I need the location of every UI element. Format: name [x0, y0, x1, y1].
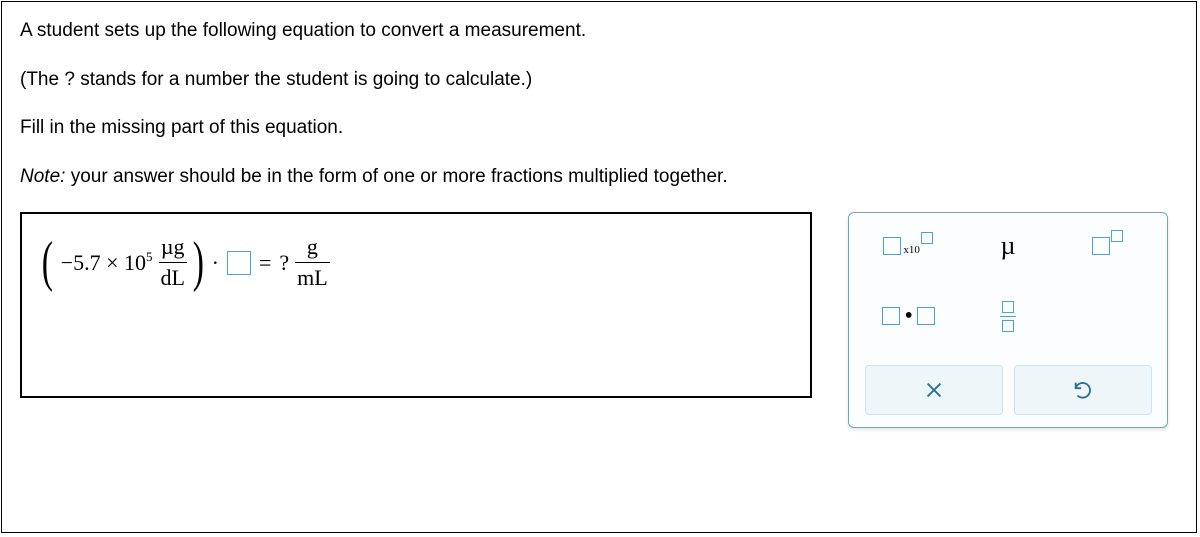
coefficient-term: −5.7 × 105 — [61, 250, 153, 276]
placeholder-numerator-icon — [1002, 301, 1014, 313]
work-area: ( −5.7 × 105 µg dL ) · = ? g — [20, 212, 1178, 428]
placeholder-denominator-icon — [1002, 320, 1014, 332]
question-container: A student sets up the following equation… — [1, 1, 1197, 533]
equals-sign: = — [259, 250, 271, 276]
result-unit-fraction: g mL — [295, 234, 330, 291]
symbol-toolbar: x10 µ • — [848, 212, 1168, 428]
undo-icon — [1072, 379, 1094, 401]
note-rest: your answer should be in the form of one… — [65, 166, 727, 187]
equation: ( −5.7 × 105 µg dL ) · = ? g — [38, 234, 332, 291]
base-ten: 10 — [124, 250, 146, 276]
fraction-bar — [295, 262, 330, 263]
coefficient: −5.7 — [61, 250, 101, 276]
given-unit-denominator: dL — [159, 265, 187, 291]
equation-box: ( −5.7 × 105 µg dL ) · = ? g — [20, 212, 812, 398]
placeholder-box-icon — [883, 237, 901, 255]
dot-operator: · — [212, 250, 219, 276]
fraction-bar — [159, 262, 187, 263]
mu-glyph: µ — [1000, 231, 1015, 261]
reset-button[interactable] — [1014, 365, 1152, 415]
given-unit-numerator: µg — [159, 234, 187, 260]
tool-row-1: x10 µ — [859, 225, 1157, 267]
placeholder-exponent-icon — [1111, 230, 1123, 242]
tool-mu[interactable]: µ — [966, 225, 1050, 267]
open-paren: ( — [42, 246, 53, 280]
prompt-note: Note: your answer should be in the form … — [20, 164, 1178, 191]
times-sign: × — [106, 250, 118, 276]
prompt-block: A student sets up the following equation… — [20, 18, 1178, 190]
x-icon — [923, 379, 945, 401]
note-prefix: Note: — [20, 166, 65, 187]
placeholder-exponent-icon — [921, 232, 933, 244]
tool-scientific-notation[interactable]: x10 — [867, 225, 951, 267]
fraction-icon — [1000, 301, 1016, 332]
placeholder-box-icon — [917, 307, 935, 325]
placeholder-box-icon — [882, 307, 900, 325]
question-mark: ? — [279, 250, 289, 276]
fraction-bar-icon — [1000, 316, 1016, 317]
tool-fraction[interactable] — [966, 295, 1050, 337]
clear-button[interactable] — [865, 365, 1003, 415]
prompt-line-2: (The ? stands for a number the student i… — [20, 67, 1178, 94]
given-unit-fraction: µg dL — [159, 234, 187, 291]
tool-multiply[interactable]: • — [867, 295, 951, 337]
exponent: 5 — [146, 249, 153, 265]
x10-label: x10 — [903, 244, 920, 256]
result-unit-numerator: g — [305, 234, 320, 260]
result-unit-denominator: mL — [295, 265, 330, 291]
close-paren: ) — [193, 246, 204, 280]
answer-input[interactable] — [227, 251, 251, 275]
tool-spacer — [1065, 295, 1149, 337]
tool-exponent[interactable] — [1065, 225, 1149, 267]
prompt-line-3: Fill in the missing part of this equatio… — [20, 115, 1178, 142]
placeholder-box-icon — [1092, 237, 1110, 255]
prompt-line-1: A student sets up the following equation… — [20, 18, 1178, 45]
action-row — [859, 365, 1157, 415]
tool-row-2: • — [859, 295, 1157, 337]
